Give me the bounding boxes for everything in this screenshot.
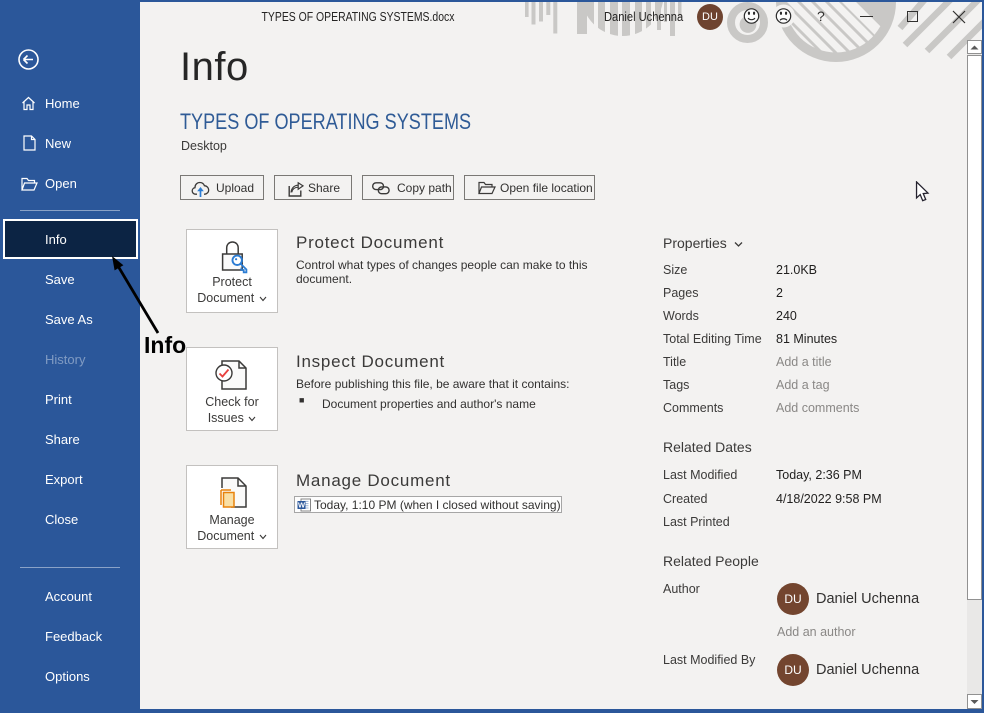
svg-text:W: W — [298, 501, 306, 510]
